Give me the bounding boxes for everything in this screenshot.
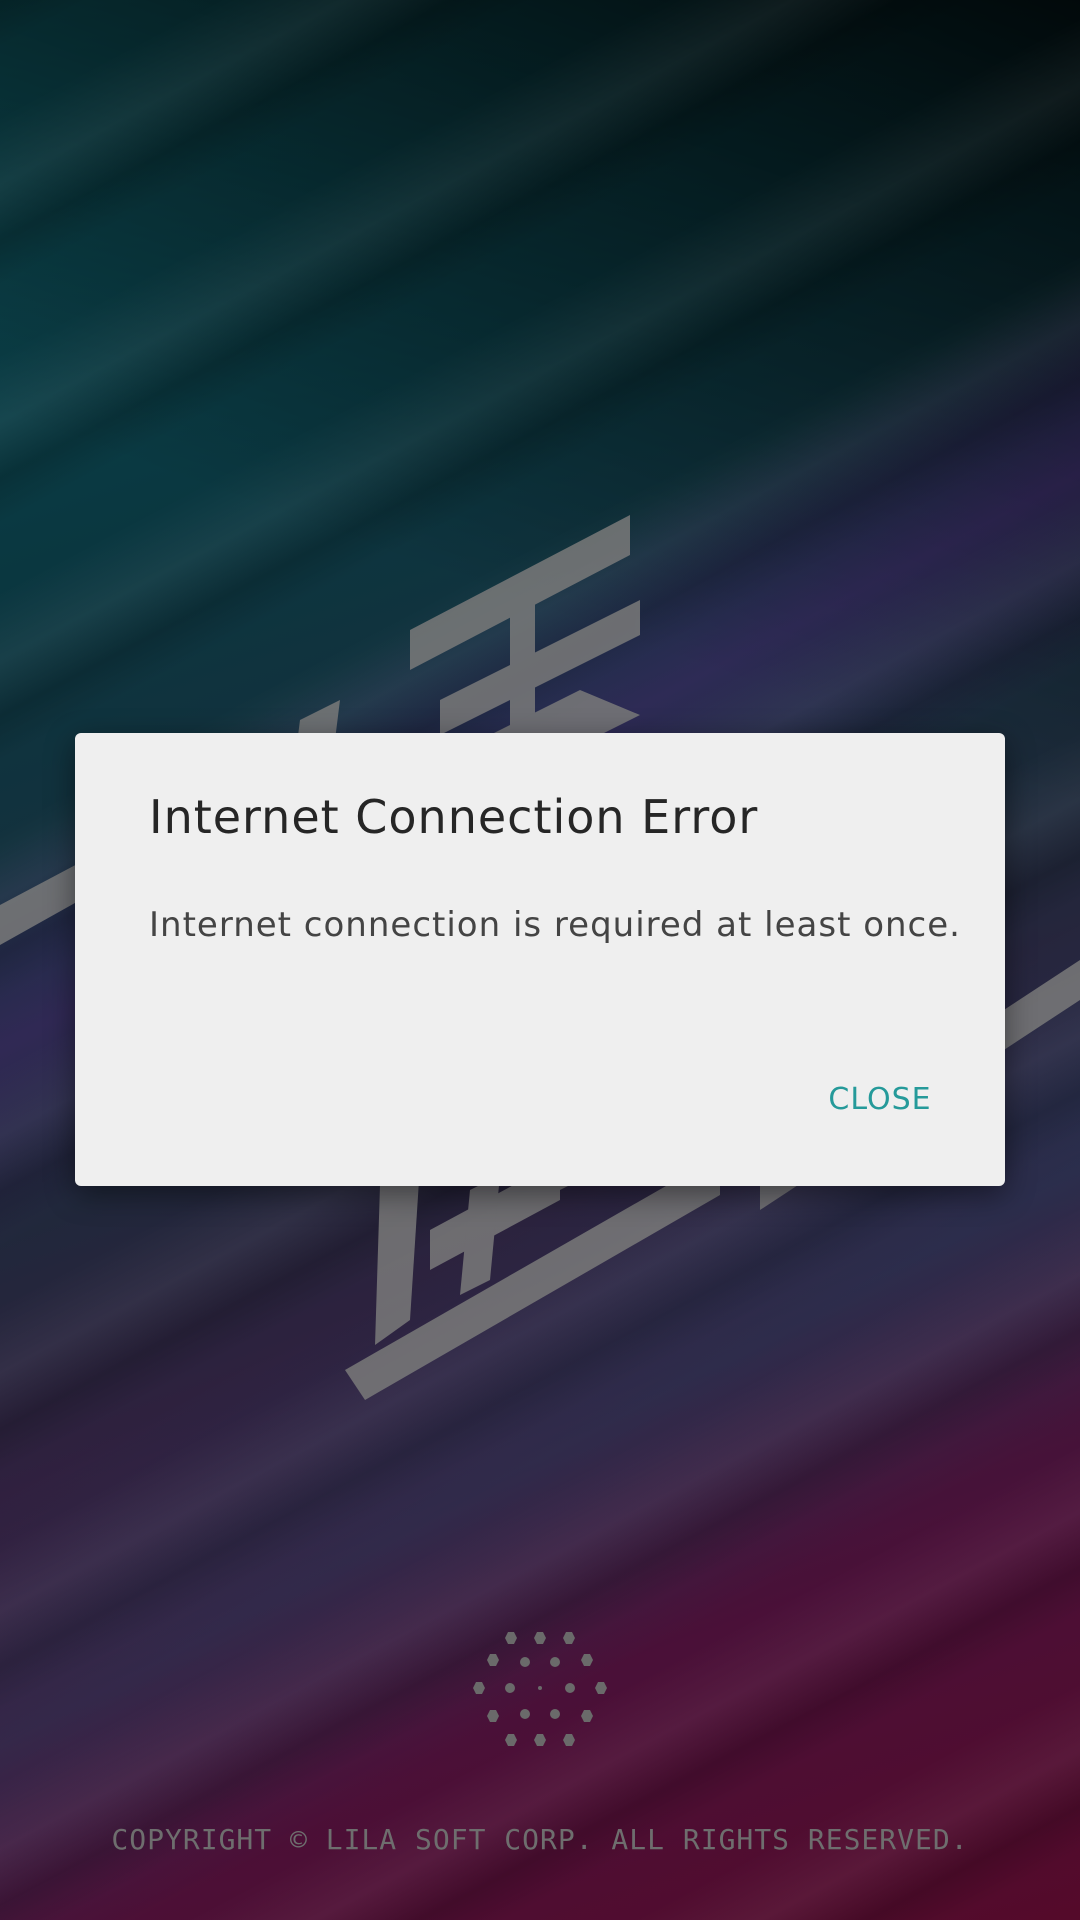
close-button[interactable]: CLOSE xyxy=(800,1063,960,1135)
dialog-title: Internet Connection Error xyxy=(149,790,759,844)
error-dialog: Internet Connection Error Internet conne… xyxy=(75,733,1005,1186)
copyright-footer: COPYRIGHT © LILA SOFT CORP. ALL RIGHTS R… xyxy=(111,1823,969,1856)
dialog-message: Internet connection is required at least… xyxy=(149,905,961,945)
loading-spinner-icon xyxy=(473,1632,607,1746)
app-screen: Internet Connection Error Internet conne… xyxy=(0,0,1080,1920)
